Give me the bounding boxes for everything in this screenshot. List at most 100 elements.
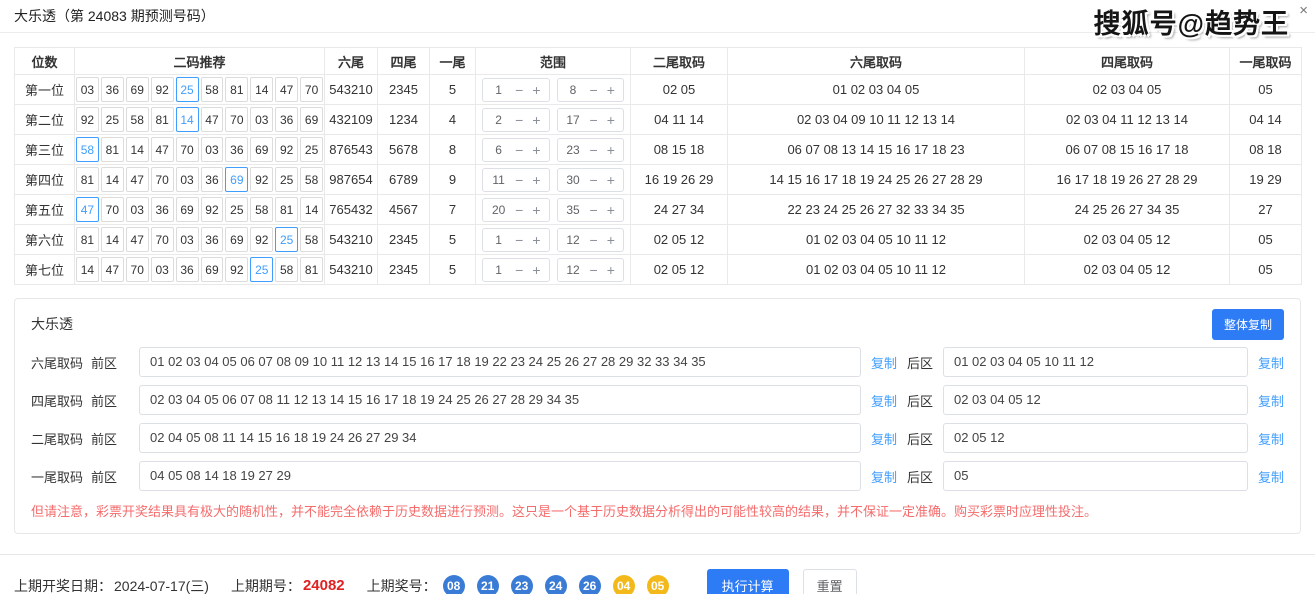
decrease-icon[interactable]: − [590,83,598,97]
code-cell[interactable]: 58 [300,167,323,192]
code-cell[interactable]: 92 [250,167,273,192]
increase-icon[interactable]: + [607,233,615,247]
code-cell[interactable]: 36 [201,167,224,192]
code-cell[interactable]: 69 [300,107,323,132]
decrease-icon[interactable]: − [590,113,598,127]
code-cell[interactable]: 69 [126,77,149,102]
code-cell[interactable]: 03 [126,197,149,222]
front-codes-input[interactable]: 04 05 08 14 18 19 27 29 [139,461,861,491]
code-cell[interactable]: 36 [275,107,298,132]
back-codes-input[interactable]: 02 05 12 [943,423,1248,453]
front-codes-input[interactable]: 02 04 05 08 11 14 15 16 18 19 24 26 27 2… [139,423,861,453]
code-cell[interactable]: 47 [126,167,149,192]
increase-icon[interactable]: + [532,203,540,217]
decrease-icon[interactable]: − [515,203,523,217]
front-codes-input[interactable]: 02 03 04 05 06 07 08 11 12 13 14 15 16 1… [139,385,861,415]
decrease-icon[interactable]: − [515,113,523,127]
code-cell[interactable]: 81 [225,77,248,102]
code-cell[interactable]: 58 [126,107,149,132]
code-cell[interactable]: 81 [76,227,99,252]
code-cell[interactable]: 69 [225,167,248,192]
code-cell[interactable]: 25 [176,77,199,102]
decrease-icon[interactable]: − [515,143,523,157]
code-cell[interactable]: 47 [151,137,174,162]
code-cell[interactable]: 03 [176,167,199,192]
code-cell[interactable]: 36 [151,197,174,222]
code-cell[interactable]: 36 [176,257,199,282]
code-cell[interactable]: 92 [250,227,273,252]
front-codes-input[interactable]: 01 02 03 04 05 06 07 08 09 10 11 12 13 1… [139,347,861,377]
increase-icon[interactable]: + [607,83,615,97]
copy-back-button[interactable]: 复制 [1258,467,1284,486]
copy-front-button[interactable]: 复制 [871,467,897,486]
code-cell[interactable]: 03 [76,77,99,102]
code-cell[interactable]: 92 [275,137,298,162]
back-codes-input[interactable]: 05 [943,461,1248,491]
code-cell[interactable]: 25 [225,197,248,222]
decrease-icon[interactable]: − [590,143,598,157]
code-cell[interactable]: 70 [151,227,174,252]
code-cell[interactable]: 92 [76,107,99,132]
copy-back-button[interactable]: 复制 [1258,353,1284,372]
code-cell[interactable]: 25 [101,107,124,132]
code-cell[interactable]: 70 [126,257,149,282]
code-cell[interactable]: 03 [176,227,199,252]
increase-icon[interactable]: + [532,173,540,187]
code-cell[interactable]: 81 [151,107,174,132]
code-cell[interactable]: 36 [225,137,248,162]
increase-icon[interactable]: + [532,113,540,127]
decrease-icon[interactable]: − [590,173,598,187]
copy-front-button[interactable]: 复制 [871,391,897,410]
copy-back-button[interactable]: 复制 [1258,391,1284,410]
code-cell[interactable]: 92 [225,257,248,282]
decrease-icon[interactable]: − [515,233,523,247]
code-cell[interactable]: 70 [176,137,199,162]
code-cell[interactable]: 70 [300,77,323,102]
code-cell[interactable]: 47 [76,197,99,222]
code-cell[interactable]: 58 [250,197,273,222]
increase-icon[interactable]: + [607,263,615,277]
code-cell[interactable]: 14 [300,197,323,222]
back-codes-input[interactable]: 01 02 03 04 05 10 11 12 [943,347,1248,377]
code-cell[interactable]: 81 [300,257,323,282]
code-cell[interactable]: 47 [201,107,224,132]
copy-front-button[interactable]: 复制 [871,429,897,448]
decrease-icon[interactable]: − [515,83,523,97]
increase-icon[interactable]: + [532,233,540,247]
increase-icon[interactable]: + [532,143,540,157]
decrease-icon[interactable]: − [590,233,598,247]
code-cell[interactable]: 14 [176,107,199,132]
code-cell[interactable]: 14 [101,227,124,252]
decrease-icon[interactable]: − [515,263,523,277]
close-icon[interactable]: × [1299,3,1308,18]
code-cell[interactable]: 58 [275,257,298,282]
code-cell[interactable]: 25 [275,167,298,192]
copy-all-button[interactable]: 整体复制 [1212,309,1284,340]
code-cell[interactable]: 81 [101,137,124,162]
decrease-icon[interactable]: − [515,173,523,187]
code-cell[interactable]: 03 [201,137,224,162]
code-cell[interactable]: 81 [275,197,298,222]
code-cell[interactable]: 14 [76,257,99,282]
code-cell[interactable]: 58 [300,227,323,252]
decrease-icon[interactable]: − [590,263,598,277]
code-cell[interactable]: 47 [275,77,298,102]
code-cell[interactable]: 47 [126,227,149,252]
code-cell[interactable]: 03 [151,257,174,282]
code-cell[interactable]: 69 [176,197,199,222]
copy-back-button[interactable]: 复制 [1258,429,1284,448]
code-cell[interactable]: 92 [201,197,224,222]
code-cell[interactable]: 69 [201,257,224,282]
run-calculation-button[interactable]: 执行计算 [707,569,789,594]
increase-icon[interactable]: + [607,173,615,187]
code-cell[interactable]: 25 [300,137,323,162]
code-cell[interactable]: 47 [101,257,124,282]
increase-icon[interactable]: + [607,143,615,157]
code-cell[interactable]: 14 [126,137,149,162]
code-cell[interactable]: 14 [250,77,273,102]
increase-icon[interactable]: + [532,263,540,277]
code-cell[interactable]: 69 [225,227,248,252]
code-cell[interactable]: 92 [151,77,174,102]
code-cell[interactable]: 70 [101,197,124,222]
copy-front-button[interactable]: 复制 [871,353,897,372]
